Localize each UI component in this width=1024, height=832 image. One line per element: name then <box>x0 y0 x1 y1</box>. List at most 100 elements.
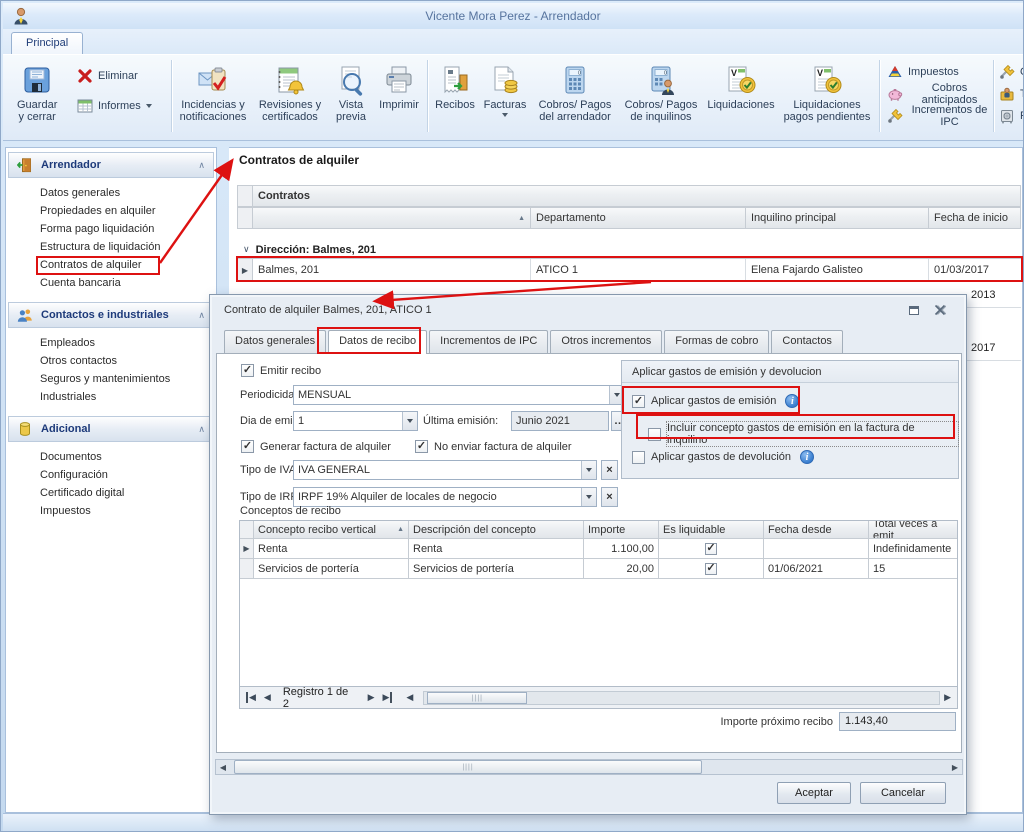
delete-button[interactable]: Eliminar <box>77 67 169 85</box>
column-header-descripcion[interactable]: Descripción del concepto <box>409 521 584 539</box>
importe-proximo-field[interactable]: 1.143,40 <box>839 712 956 731</box>
column-header-concepto[interactable]: Concepto recibo vertical ▲ <box>254 521 409 539</box>
sidebar-item-otros-contactos[interactable]: Otros contactos <box>6 352 216 370</box>
scroll-right-icon[interactable]: ▶ <box>940 692 955 703</box>
periodicidad-select[interactable]: MENSUAL <box>293 385 625 405</box>
tipo-irpf-clear-button[interactable]: × <box>601 487 618 507</box>
dia-emision-select[interactable]: 1 <box>293 411 418 431</box>
scrollbar-thumb[interactable]: |||| <box>427 692 527 704</box>
advance-collections-button[interactable]: Cobros anticipados <box>887 85 991 103</box>
tipo-iva-select[interactable]: IVA GENERAL <box>293 460 597 480</box>
sidebar-item-cuenta-bancaria[interactable]: Cuenta bancaria <box>6 274 216 292</box>
tipo-iva-clear-button[interactable]: × <box>601 460 618 480</box>
conceptos-row-renta[interactable]: ▶ Renta Renta 1.100,00 Indefinidamente <box>240 539 957 559</box>
invoices-button[interactable]: Facturas <box>479 60 531 127</box>
sidebar-item-industriales[interactable]: Industriales <box>6 388 216 406</box>
print-preview-button[interactable]: Vista previa <box>329 60 373 127</box>
sidebar-item-configuracion[interactable]: Configuración <box>6 466 216 484</box>
previous-record-button[interactable]: ◀ <box>260 692 275 703</box>
ipc-increases-button[interactable]: Incrementos de IPC <box>887 107 991 125</box>
cell-liquidable[interactable] <box>659 559 764 579</box>
next-record-button[interactable]: ▶ <box>364 692 379 703</box>
scrollbar-track[interactable]: |||| <box>230 760 948 774</box>
scroll-right-icon[interactable]: ▶ <box>948 763 962 772</box>
info-icon[interactable]: i <box>800 450 814 464</box>
tipo-irpf-select[interactable]: IRPF 19% Alquiler de locales de negocio <box>293 487 597 507</box>
incidents-notifications-button[interactable]: Incidencias y notificaciones <box>175 60 251 127</box>
tab-datos-generales[interactable]: Datos generales <box>224 330 326 353</box>
column-header-fecha-desde[interactable]: Fecha desde <box>764 521 869 539</box>
sidebar-item-certificado[interactable]: Certificado digital <box>6 484 216 502</box>
sidebar-section-contactos[interactable]: Contactos e industriales ∧ <box>8 302 214 328</box>
column-header-fecha-inicio[interactable]: Fecha de inicio <box>929 207 1021 229</box>
emitir-recibo-checkbox[interactable]: Emitir recibo <box>241 364 321 377</box>
taxes-button[interactable]: Impuestos <box>887 63 991 81</box>
tab-principal[interactable]: Principal <box>11 32 83 54</box>
aplicar-gastos-devolucion-checkbox[interactable]: Aplicar gastos de devolución i <box>632 450 814 464</box>
sidebar-item-empleados[interactable]: Empleados <box>6 334 216 352</box>
sidebar-item-forma-pago[interactable]: Forma pago liquidación <box>6 220 216 238</box>
scrollbar-thumb[interactable]: |||| <box>234 760 702 774</box>
column-header-liquidable[interactable]: Es liquidable <box>659 521 764 539</box>
tab-incrementos-ipc[interactable]: Incrementos de IPC <box>429 330 548 353</box>
accept-button[interactable]: Aceptar <box>777 782 851 804</box>
info-icon[interactable]: i <box>785 394 799 408</box>
table-row-balmes[interactable]: ▶ Balmes, 201 ATICO 1 Elena Fajardo Gali… <box>237 259 1021 282</box>
chevron-down-icon[interactable] <box>581 461 596 479</box>
chevron-down-icon[interactable] <box>581 488 596 506</box>
sidebar-item-contratos-alquiler[interactable]: Contratos de alquiler <box>6 256 216 274</box>
conceptos-row-porteria[interactable]: Servicios de portería Servicios de porte… <box>240 559 957 579</box>
sidebar-item-datos-generales[interactable]: Datos generales <box>6 184 216 202</box>
sidebar-section-arrendador[interactable]: Arrendador ∧ <box>8 152 214 178</box>
sidebar-item-propiedades[interactable]: Propiedades en alquiler <box>6 202 216 220</box>
column-header-importe[interactable]: Importe <box>584 521 659 539</box>
column-header-inquilino[interactable]: Inquilino principal <box>746 207 929 229</box>
grid-horizontal-scrollbar[interactable]: |||| <box>423 691 940 705</box>
chevron-up-icon: ∧ <box>198 160 205 171</box>
sidebar-item-impuestos[interactable]: Impuestos <box>6 502 216 520</box>
receipts-button[interactable]: Recibos <box>431 60 479 127</box>
chevron-down-icon[interactable] <box>402 412 417 430</box>
tab-otros-incrementos[interactable]: Otros incrementos <box>550 330 662 353</box>
sidebar-item-seguros[interactable]: Seguros y mantenimientos <box>6 370 216 388</box>
traspasos-button[interactable]: Tras <box>999 85 1023 103</box>
cancel-button[interactable]: Cancelar <box>860 782 946 804</box>
title-bar[interactable]: Vicente Mora Perez - Arrendador <box>3 3 1023 29</box>
generar-factura-checkbox[interactable]: Generar factura de alquiler <box>241 440 391 453</box>
cell-liquidable[interactable] <box>659 539 764 559</box>
sidebar-item-estructura[interactable]: Estructura de liquidación <box>6 238 216 256</box>
column-header-direccion[interactable]: ▲ <box>253 207 531 229</box>
tab-formas-de-cobro[interactable]: Formas de cobro <box>664 330 769 353</box>
last-record-button[interactable]: ▶ <box>379 692 393 703</box>
payments-tenants-button[interactable]: 0 Cobros/ Pagos de inquilinos <box>619 60 703 127</box>
grid-group-row[interactable]: ∨ Dirección: Balmes, 201 <box>237 241 1021 259</box>
column-header-total-veces[interactable]: Total veces a emit <box>869 521 957 539</box>
revisions-certificates-button[interactable]: Revisiones y certificados <box>251 60 329 127</box>
dialog-horizontal-scrollbar[interactable]: ◀ |||| ▶ <box>215 759 963 775</box>
fianzas-button[interactable]: Fian <box>999 107 1023 125</box>
reports-button[interactable]: Informes <box>77 97 169 115</box>
tab-contactos[interactable]: Contactos <box>771 330 843 353</box>
settlements-button[interactable]: V Liquidaciones <box>703 60 779 127</box>
scroll-left-icon[interactable]: ◀ <box>402 692 417 703</box>
restore-window-button[interactable] <box>906 303 922 317</box>
collapse-group-icon[interactable]: ∨ <box>243 244 250 255</box>
payments-landlord-button[interactable]: 0 Cobros/ Pagos del arrendador <box>531 60 619 127</box>
settlements-pending-button[interactable]: V Liquidaciones pagos pendientes <box>779 60 875 127</box>
aplicar-gastos-emision-checkbox[interactable]: Aplicar gastos de emisión i <box>632 394 799 408</box>
print-button[interactable]: Imprimir <box>373 60 425 127</box>
ultima-emision-field[interactable]: Junio 2021 <box>511 411 609 431</box>
scroll-left-icon[interactable]: ◀ <box>216 763 230 772</box>
save-close-button[interactable]: Guardar y cerrar <box>13 60 61 127</box>
close-window-button[interactable] <box>932 303 948 317</box>
column-header-departamento[interactable]: Departamento <box>531 207 746 229</box>
first-record-button[interactable]: ◀ <box>246 692 260 703</box>
otros-button[interactable]: Otro <box>999 63 1023 81</box>
sidebar-section-adicional[interactable]: Adicional ∧ <box>8 416 214 442</box>
no-enviar-factura-checkbox[interactable]: No enviar factura de alquiler <box>415 440 572 453</box>
sidebar: Arrendador ∧ Datos generales Propiedades… <box>5 147 217 813</box>
tab-datos-de-recibo[interactable]: Datos de recibo <box>328 330 427 354</box>
grid-band-contratos[interactable]: Contratos <box>253 185 1021 207</box>
incluir-concepto-gastos-checkbox[interactable]: Incluir concepto gastos de emisión en la… <box>648 422 958 446</box>
sidebar-item-documentos[interactable]: Documentos <box>6 448 216 466</box>
